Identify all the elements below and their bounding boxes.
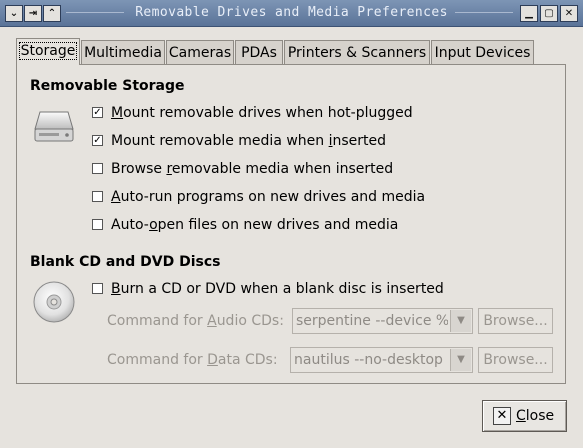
tab-label: Input Devices: [434, 45, 531, 61]
blank-discs-heading: Blank CD and DVD Discs: [30, 254, 221, 270]
audio-command-label: Command for Audio CDs:: [107, 313, 284, 329]
tab-cameras[interactable]: Cameras: [166, 40, 234, 64]
checkbox-label: Auto-open files on new drives and media: [111, 217, 399, 233]
tab-label: Storage: [18, 42, 78, 60]
data-command-combo[interactable]: nautilus --no-desktop burn: ▼: [290, 347, 473, 373]
title-decoration-right: [455, 12, 513, 13]
audio-browse-button[interactable]: Browse...: [478, 308, 553, 334]
audio-command-combo[interactable]: serpentine --device %d ▼: [292, 308, 473, 334]
minimize-button[interactable]: ▁: [520, 5, 538, 22]
shade-button[interactable]: ⌃: [43, 5, 61, 22]
close-window-button[interactable]: ✕: [560, 5, 578, 22]
audio-command-value: serpentine --device %d: [296, 313, 448, 329]
checkbox-label: Auto-run programs on new drives and medi…: [111, 189, 426, 205]
tab-pdas[interactable]: PDAs: [235, 40, 283, 64]
checkbox-label: Mount removable media when inserted: [111, 133, 387, 149]
checkbox-box[interactable]: [92, 283, 103, 294]
pin-button[interactable]: ⇥: [24, 5, 42, 22]
checkbox-box[interactable]: ✓: [92, 107, 103, 118]
checkbox-box[interactable]: [92, 191, 103, 202]
close-icon: ✕: [493, 407, 511, 425]
data-command-value: nautilus --no-desktop burn:: [294, 352, 448, 368]
checkbox-label: Burn a CD or DVD when a blank disc is in…: [111, 281, 444, 297]
checkbox-label: Browse removable media when inserted: [111, 161, 394, 177]
close-button[interactable]: ✕ Close: [482, 400, 567, 432]
data-browse-button[interactable]: Browse...: [478, 347, 553, 373]
tab-printers-scanners[interactable]: Printers & Scanners: [284, 40, 430, 64]
tab-storage[interactable]: Storage: [16, 38, 80, 65]
maximize-icon: ▢: [544, 8, 554, 19]
dropdown-arrow-icon[interactable]: ▼: [450, 349, 471, 371]
maximize-button[interactable]: ▢: [540, 5, 558, 22]
window-title: Removable Drives and Media Preferences: [135, 5, 448, 20]
minimize-icon: ▁: [525, 8, 533, 19]
pin-icon: ⇥: [28, 8, 38, 19]
tab-label: PDAs: [241, 45, 277, 61]
tab-input-devices[interactable]: Input Devices: [431, 40, 534, 64]
title-bar: ⌄ ⇥ ⌃ Removable Drives and Media Prefere…: [0, 0, 583, 27]
close-button-label: Close: [516, 408, 555, 424]
chevron-up-icon: ⌃: [47, 8, 57, 19]
close-icon: ✕: [564, 8, 574, 19]
checkbox-box[interactable]: [92, 219, 103, 230]
harddisk-icon: [33, 109, 75, 145]
checkbox-box[interactable]: [92, 163, 103, 174]
tab-label: Printers & Scanners: [287, 45, 427, 61]
dropdown-arrow-icon[interactable]: ▼: [450, 310, 471, 332]
tab-label: Multimedia: [84, 45, 162, 61]
cd-disc-icon: [31, 279, 77, 325]
chevron-down-icon: ⌄: [9, 8, 19, 19]
tab-multimedia[interactable]: Multimedia: [81, 40, 165, 64]
checkbox-box[interactable]: ✓: [92, 135, 103, 146]
tab-label: Cameras: [168, 45, 232, 61]
checkbox-label: Mount removable drives when hot-plugged: [111, 105, 413, 121]
window-menu-button[interactable]: ⌄: [5, 5, 23, 22]
removable-storage-heading: Removable Storage: [30, 78, 185, 94]
data-command-label: Command for Data CDs:: [107, 352, 278, 368]
